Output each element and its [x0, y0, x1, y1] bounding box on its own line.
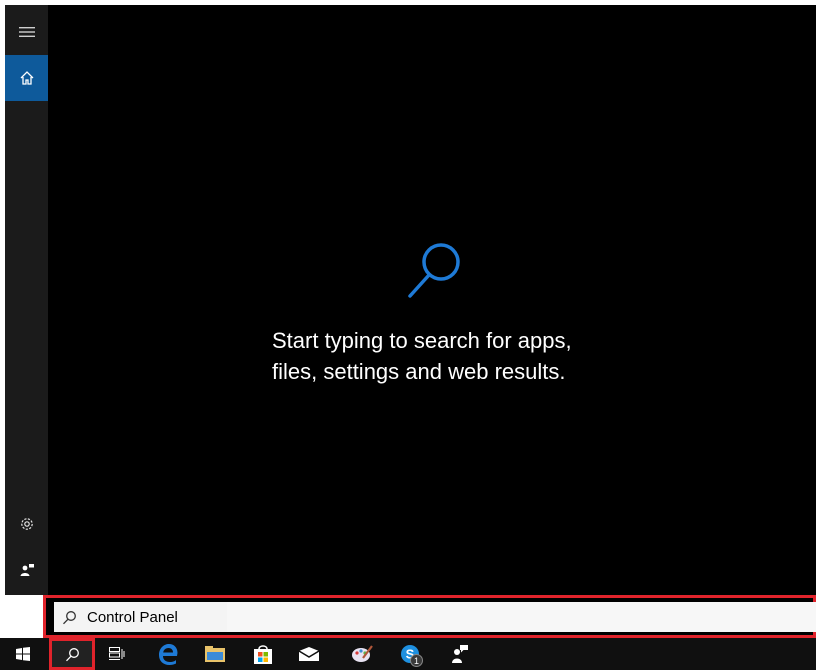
search-box-highlight	[43, 595, 816, 638]
mail-button[interactable]	[286, 638, 332, 670]
home-icon	[20, 71, 33, 85]
search-box[interactable]	[54, 602, 816, 632]
hint-line-1: Start typing to search for apps,	[272, 328, 572, 353]
store-button[interactable]	[240, 638, 286, 670]
paint-button[interactable]	[339, 638, 385, 670]
feedback-button[interactable]	[5, 547, 48, 593]
paint-icon	[352, 645, 373, 662]
search-hint-text: Start typing to search for apps, files, …	[272, 325, 692, 387]
feedback-hub-button[interactable]	[437, 638, 483, 670]
edge-browser-icon	[159, 644, 178, 665]
left-rail	[5, 5, 48, 595]
hint-line-2: files, settings and web results.	[272, 359, 566, 384]
feedback-hub-icon	[452, 645, 468, 663]
skype-button[interactable]: S 1	[387, 638, 433, 670]
search-input[interactable]	[87, 608, 207, 626]
search-icon	[63, 610, 76, 624]
store-icon	[254, 645, 272, 664]
taskbar-search-button[interactable]	[49, 638, 95, 670]
home-button[interactable]	[5, 55, 48, 101]
search-icon	[65, 647, 79, 661]
hamburger-menu-button[interactable]	[5, 9, 48, 55]
task-view-icon	[109, 647, 125, 660]
settings-button[interactable]	[5, 501, 48, 547]
skype-notification-badge: 1	[410, 654, 423, 667]
start-search-flyout: Start typing to search for apps, files, …	[5, 5, 816, 595]
mail-icon	[299, 647, 319, 661]
start-button[interactable]	[0, 638, 46, 670]
search-results-area: Start typing to search for apps, files, …	[48, 5, 816, 595]
search-icon	[408, 243, 460, 298]
feedback-icon	[20, 564, 34, 576]
windows-start-icon	[16, 647, 30, 661]
gear-icon	[20, 518, 33, 530]
edge-button[interactable]	[145, 638, 191, 670]
hamburger-menu-icon	[18, 27, 35, 37]
search-box-background	[227, 602, 816, 632]
task-view-button[interactable]	[94, 638, 140, 670]
file-explorer-icon	[205, 646, 225, 662]
file-explorer-button[interactable]	[192, 638, 238, 670]
taskbar: S 1	[0, 638, 816, 670]
